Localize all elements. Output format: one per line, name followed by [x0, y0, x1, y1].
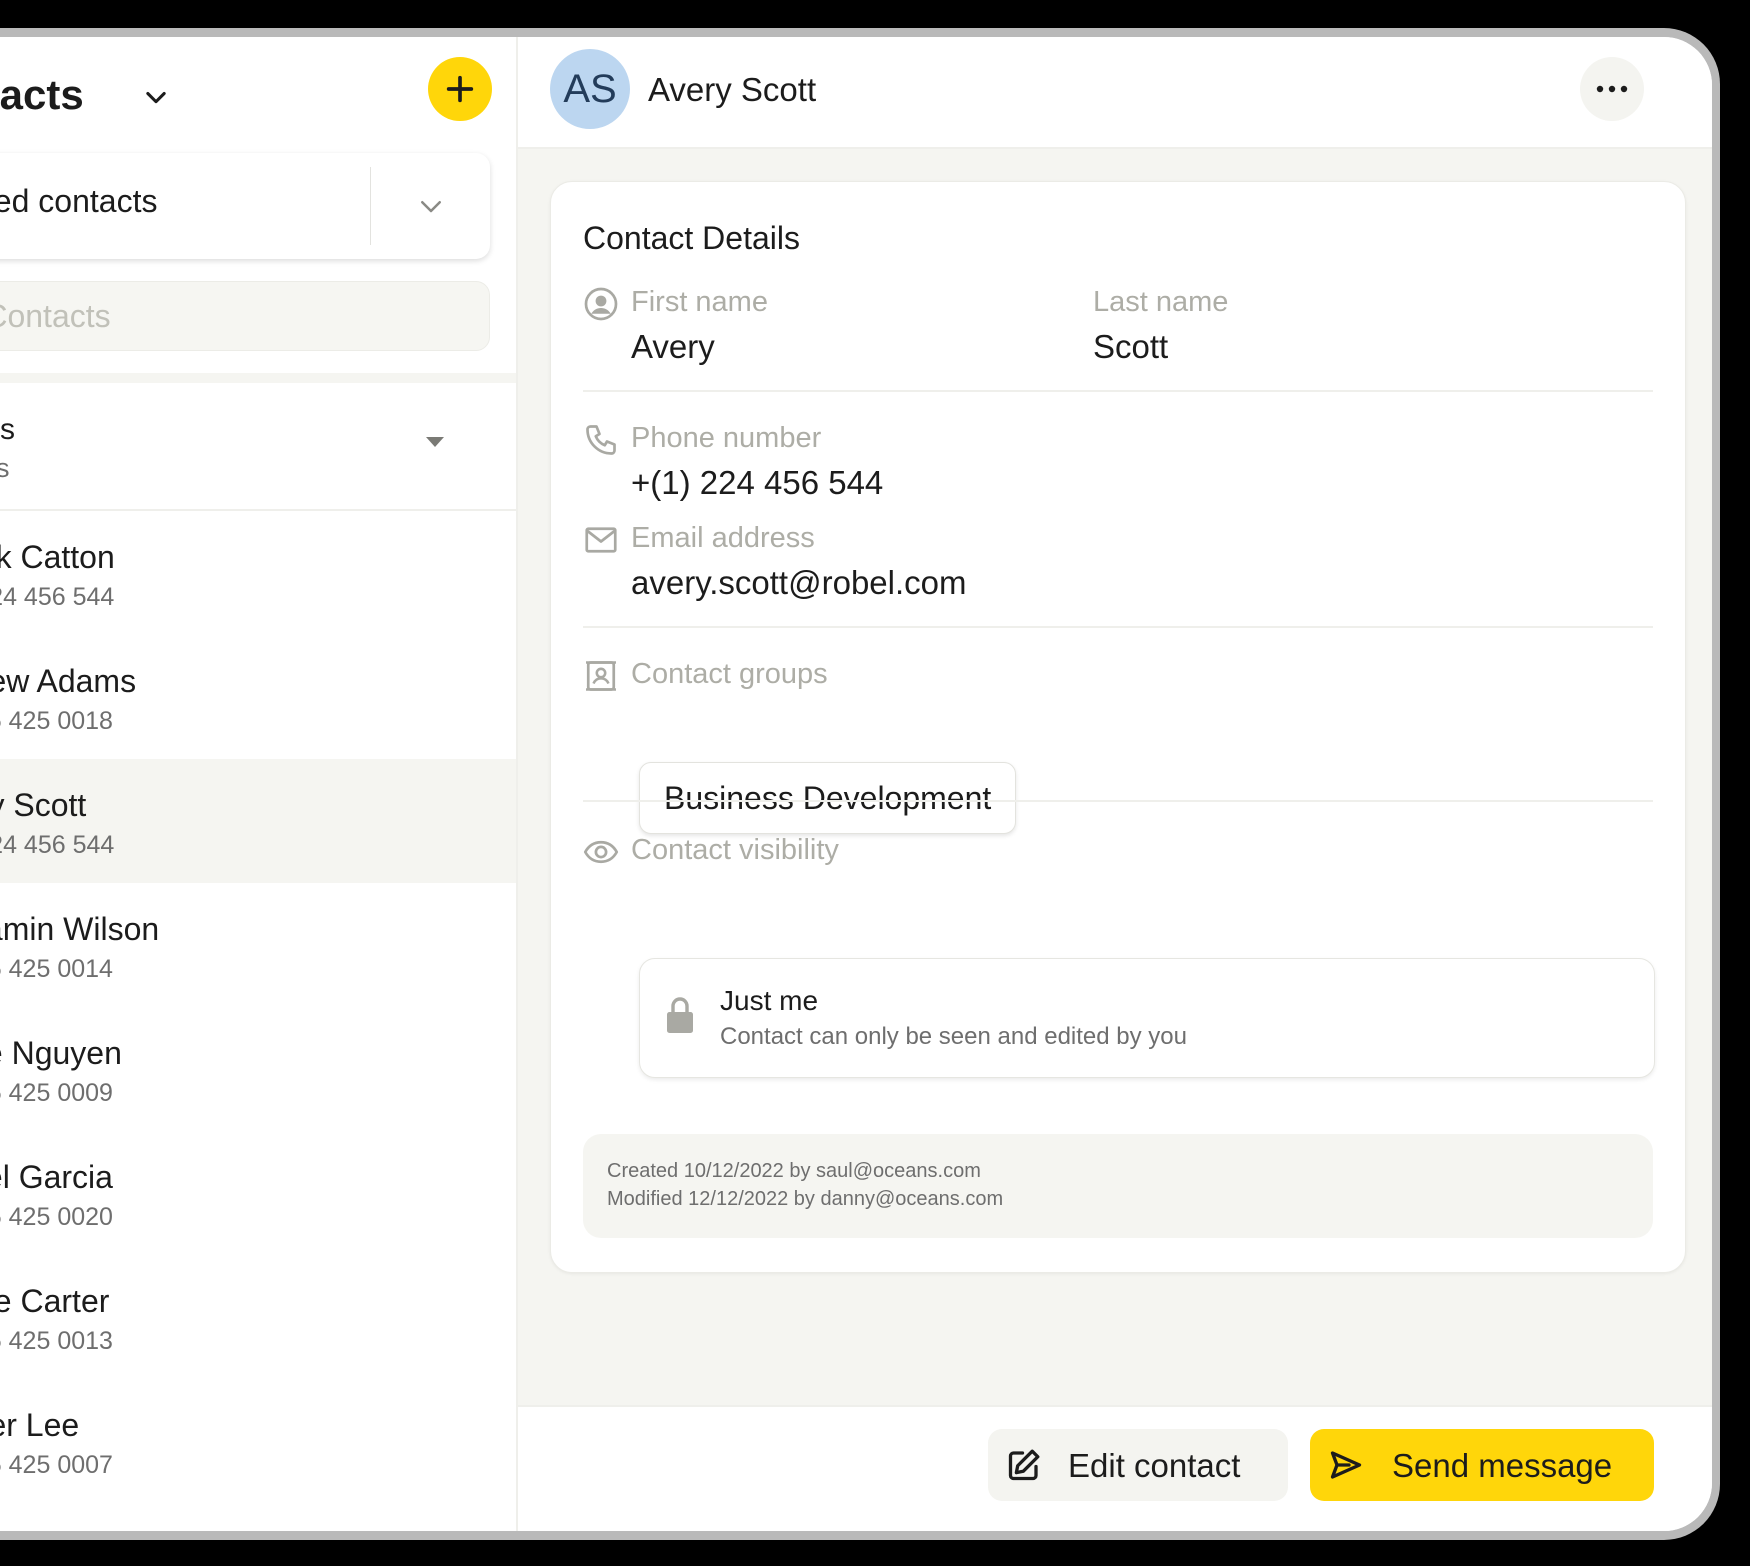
- edit-contact-button[interactable]: Edit contact: [988, 1429, 1288, 1501]
- last-name-label: Last name: [1093, 286, 1229, 318]
- contact-phone: ) 224 456 544: [0, 831, 115, 859]
- contacts-sidebar: ntacts aved contacts acts acts ank Catto…: [0, 37, 518, 1531]
- contact-name: rper Lee: [0, 1407, 80, 1443]
- details-area: Contact Details First name Avery Last na…: [518, 149, 1712, 1405]
- contact-phone: 425 425 0009: [0, 1079, 113, 1107]
- user-circle-icon: [584, 287, 618, 321]
- send-message-label: Send message: [1392, 1447, 1613, 1484]
- visibility-description: Contact can only be seen and edited by y…: [720, 1023, 1187, 1050]
- mail-icon: [585, 527, 617, 553]
- saved-contacts-label: aved contacts: [0, 183, 158, 219]
- search-input[interactable]: [0, 281, 490, 351]
- chevron-down-icon[interactable]: [142, 83, 170, 111]
- contact-phone: 425 425 0014: [0, 955, 113, 983]
- group-filter-title: acts: [0, 413, 16, 446]
- send-icon: [1330, 1451, 1362, 1479]
- contact-list: ank Catton ) 224 456 544 drew Adams 425 …: [0, 511, 516, 1503]
- ellipsis-icon: [1596, 85, 1628, 93]
- contact-list-item[interactable]: ace Carter 425 425 0013: [0, 1255, 516, 1379]
- section-divider: [583, 800, 1653, 802]
- avatar: AS: [550, 49, 630, 129]
- visibility-title: Just me: [720, 985, 819, 1016]
- add-contact-button[interactable]: [428, 57, 492, 121]
- contact-phone: 425 425 0018: [0, 707, 113, 735]
- phone-value: +(1) 224 456 544: [631, 464, 884, 501]
- phone-icon: [586, 425, 616, 455]
- contact-phone: ) 224 456 544: [0, 583, 115, 611]
- chevron-down-icon: [421, 201, 441, 213]
- group-filter-subtitle: acts: [0, 453, 10, 483]
- header-contact-name: Avery Scott: [648, 71, 817, 108]
- contact-card-icon: [586, 661, 616, 691]
- sidebar-title[interactable]: ntacts: [0, 71, 84, 119]
- contact-name: njamin Wilson: [0, 911, 160, 947]
- contact-name: loe Nguyen: [0, 1035, 122, 1071]
- modified-info: Modified 12/12/2022 by danny@oceans.com: [607, 1188, 1004, 1210]
- edit-icon: [1008, 1449, 1040, 1481]
- eye-icon: [583, 840, 619, 864]
- action-bar: Edit contact Send message: [518, 1405, 1712, 1531]
- contact-list-item[interactable]: ank Catton ) 224 456 544: [0, 511, 516, 635]
- section-divider: [583, 390, 1653, 392]
- contact-list-item[interactable]: njamin Wilson 425 425 0014: [0, 883, 516, 1007]
- phone-label: Phone number: [631, 422, 822, 454]
- contact-phone: 425 425 0007: [0, 1451, 113, 1479]
- visibility-option[interactable]: Just me Contact can only be seen and edi…: [639, 958, 1655, 1078]
- audit-info: Created 10/12/2022 by saul@oceans.com Mo…: [583, 1134, 1653, 1238]
- lock-icon: [667, 997, 693, 1033]
- contact-name: ank Catton: [0, 539, 115, 575]
- plus-icon: [446, 75, 474, 103]
- group-filter[interactable]: acts acts: [0, 383, 516, 511]
- email-label: Email address: [631, 522, 815, 554]
- created-info: Created 10/12/2022 by saul@oceans.com: [607, 1160, 981, 1182]
- first-name-label: First name: [631, 286, 768, 318]
- contact-name: ace Carter: [0, 1283, 110, 1319]
- dropdown-divider: [370, 167, 371, 245]
- caret-down-icon: [426, 437, 444, 447]
- visibility-label: Contact visibility: [631, 834, 839, 866]
- contact-list-item[interactable]: niel Garcia 425 425 0020: [0, 1131, 516, 1255]
- contact-phone: 425 425 0013: [0, 1327, 113, 1355]
- edit-contact-label: Edit contact: [1068, 1447, 1241, 1484]
- contact-name: ery Scott: [0, 787, 87, 823]
- contact-list-item[interactable]: rper Lee 425 425 0007: [0, 1379, 516, 1503]
- contact-name: drew Adams: [0, 663, 137, 699]
- section-divider: [0, 373, 516, 383]
- contact-list-item[interactable]: drew Adams 425 425 0018: [0, 635, 516, 759]
- contact-list-item-selected[interactable]: ery Scott ) 224 456 544: [0, 759, 516, 883]
- contact-name: niel Garcia: [0, 1159, 113, 1195]
- first-name-value: Avery: [631, 328, 715, 365]
- card-title: Contact Details: [583, 220, 800, 256]
- groups-label: Contact groups: [631, 658, 828, 690]
- contact-details-card: Contact Details First name Avery Last na…: [550, 181, 1686, 1273]
- device-frame: ntacts aved contacts acts acts ank Catto…: [0, 28, 1720, 1540]
- more-options-button[interactable]: [1580, 57, 1644, 121]
- group-chip[interactable]: Business Development: [639, 762, 1017, 834]
- app-window: ntacts aved contacts acts acts ank Catto…: [0, 37, 1712, 1531]
- section-divider: [583, 626, 1653, 628]
- send-message-button[interactable]: Send message: [1310, 1429, 1654, 1501]
- contact-header: AS Avery Scott: [518, 37, 1712, 149]
- contact-list-item[interactable]: loe Nguyen 425 425 0009: [0, 1007, 516, 1131]
- saved-contacts-dropdown[interactable]: aved contacts: [0, 153, 490, 259]
- contact-phone: 425 425 0020: [0, 1203, 113, 1231]
- last-name-value: Scott: [1093, 328, 1169, 365]
- email-value[interactable]: avery.scott@robel.com: [631, 564, 967, 602]
